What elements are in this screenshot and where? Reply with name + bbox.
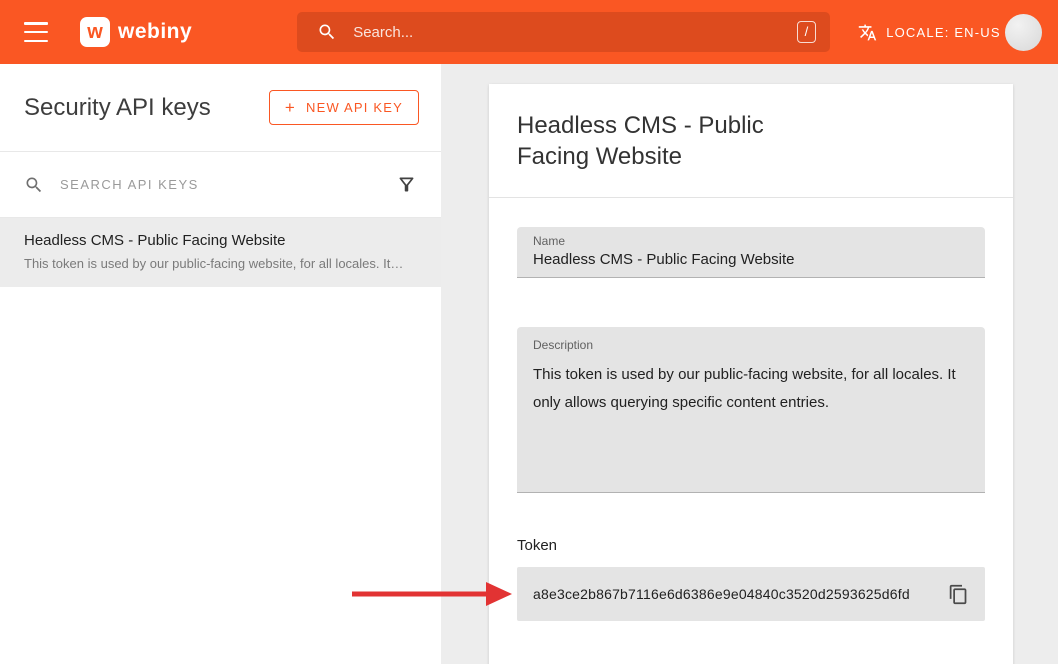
webiny-logo-icon: w bbox=[80, 17, 110, 47]
copy-icon bbox=[948, 584, 969, 605]
search-icon bbox=[24, 175, 44, 195]
detail-card-body: Name Headless CMS - Public Facing Websit… bbox=[489, 198, 1013, 650]
content-area: Headless CMS - Public Facing Website Nam… bbox=[441, 64, 1058, 664]
user-avatar[interactable] bbox=[1005, 14, 1042, 51]
detail-title: Headless CMS - Public Facing Website bbox=[517, 110, 817, 172]
webiny-logo-text: webiny bbox=[118, 20, 192, 44]
search-shortcut-badge: / bbox=[797, 21, 817, 43]
page-title: Security API keys bbox=[24, 94, 211, 122]
token-value: a8e3ce2b867b7116e6d6386e9e04840c3520d259… bbox=[533, 586, 910, 602]
menu-button[interactable] bbox=[24, 22, 50, 42]
filter-button[interactable] bbox=[396, 174, 417, 195]
list-item-title: Headless CMS - Public Facing Website bbox=[24, 232, 417, 249]
token-label: Token bbox=[517, 537, 985, 554]
new-api-key-button[interactable]: + NEW API KEY bbox=[269, 90, 419, 125]
locale-label: LOCALE: EN-US bbox=[886, 25, 1001, 40]
copy-token-button[interactable] bbox=[944, 580, 973, 609]
webiny-logo[interactable]: w webiny bbox=[80, 17, 192, 47]
api-keys-search-input[interactable] bbox=[60, 177, 380, 192]
menu-icon bbox=[24, 22, 48, 25]
description-field-value: This token is used by our public-facing … bbox=[533, 361, 969, 417]
app-root: w webiny / LOCALE: EN-US Security API ke… bbox=[0, 0, 1058, 664]
description-field-label: Description bbox=[533, 338, 969, 352]
search-icon bbox=[317, 22, 337, 42]
api-key-detail-card: Headless CMS - Public Facing Website Nam… bbox=[489, 84, 1013, 664]
token-field: a8e3ce2b867b7116e6d6386e9e04840c3520d259… bbox=[517, 567, 985, 621]
api-key-list-item[interactable]: Headless CMS - Public Facing Website Thi… bbox=[0, 218, 441, 287]
api-keys-search-bar bbox=[0, 152, 441, 218]
filter-icon bbox=[396, 174, 417, 195]
global-search-input[interactable] bbox=[353, 24, 796, 41]
plus-icon: + bbox=[285, 99, 296, 116]
top-bar: w webiny / LOCALE: EN-US bbox=[0, 0, 1058, 64]
name-field[interactable]: Name Headless CMS - Public Facing Websit… bbox=[517, 227, 985, 278]
list-item-description: This token is used by our public-facing … bbox=[24, 256, 417, 271]
api-keys-panel: Security API keys + NEW API KEY bbox=[0, 64, 441, 664]
global-search[interactable]: / bbox=[297, 12, 830, 52]
description-field[interactable]: Description This token is used by our pu… bbox=[517, 327, 985, 493]
name-field-label: Name bbox=[533, 234, 969, 248]
name-field-value: Headless CMS - Public Facing Website bbox=[533, 251, 969, 268]
panel-header: Security API keys + NEW API KEY bbox=[0, 64, 441, 152]
translate-icon bbox=[858, 23, 877, 42]
main-area: Security API keys + NEW API KEY bbox=[0, 64, 1058, 664]
api-keys-list: Headless CMS - Public Facing Website Thi… bbox=[0, 218, 441, 287]
new-api-key-label: NEW API KEY bbox=[306, 100, 403, 115]
locale-selector[interactable]: LOCALE: EN-US bbox=[858, 23, 1001, 42]
detail-card-header: Headless CMS - Public Facing Website bbox=[489, 84, 1013, 198]
